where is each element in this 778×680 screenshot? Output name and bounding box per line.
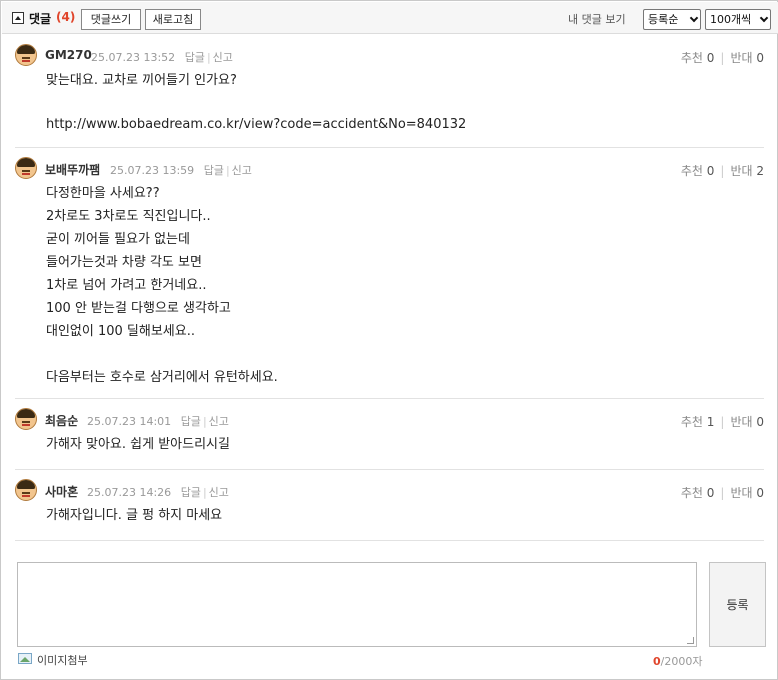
report-link[interactable]: 신고 (232, 164, 252, 177)
divider (15, 147, 764, 148)
char-current: 0 (653, 655, 661, 668)
reply-link[interactable]: 답글 (185, 51, 205, 64)
comment-text-line: 맞는대요. 교차로 끼어들기 인가요? (46, 73, 237, 88)
comment-item: GM270 25.07.23 13:52 답글 | 신고 추천 0 | 반대 0 맞는대… (15, 44, 764, 139)
downvote-button[interactable]: 반대 0 (730, 486, 764, 500)
chevron-down-icon (759, 13, 769, 23)
write-comment-button[interactable]: 댓글쓰기 (81, 9, 141, 30)
page-size-select[interactable]: 100개씩 (705, 9, 771, 30)
comment-text-line: 대인없이 100 딜해보세요.. (46, 324, 195, 339)
upvote-button[interactable]: 추천 0 (681, 164, 715, 178)
comment-header-bar: 댓글 (4) 댓글쓰기 새로고침 내 댓글 보기 등록순 100개씩 (2, 2, 778, 34)
submit-comment-button[interactable]: 등록 (709, 562, 766, 647)
comment-author[interactable]: GM270 (45, 48, 92, 62)
reply-link[interactable]: 답글 (181, 486, 201, 499)
comment-votes: 추천 0 | 반대 0 (680, 51, 764, 65)
divider (15, 469, 764, 470)
sort-order-value: 등록순 (648, 13, 679, 26)
avatar (15, 157, 37, 179)
comment-meta: 25.07.23 14:01 답글 | 신고 (87, 415, 229, 428)
comment-count: (4) (56, 10, 76, 24)
report-link[interactable]: 신고 (213, 51, 233, 64)
comment-votes: 추천 0 | 반대 0 (680, 486, 764, 500)
collapse-toggle-icon[interactable] (12, 12, 24, 24)
comment-text-line: 2차로도 3차로도 직진입니다.. (46, 209, 211, 224)
image-attach-button[interactable]: 이미지첨부 (37, 652, 88, 668)
comment-text-line: 다정한마을 사세요?? (46, 186, 160, 201)
char-max: /2000자 (660, 655, 703, 668)
comment-meta: 25.07.23 14:26 답글 | 신고 (87, 486, 229, 499)
comment-date: 25.07.23 14:01 (87, 415, 172, 428)
upvote-button[interactable]: 추천 0 (681, 51, 715, 65)
comment-votes: 추천 0 | 반대 2 (680, 164, 764, 178)
comment-text-line: 굳이 끼어들 필요가 없는데 (46, 232, 190, 247)
comment-author[interactable]: 사마혼 (45, 483, 78, 500)
chevron-down-icon (689, 13, 699, 23)
comment-author[interactable]: 보배뚜까팸 (45, 161, 100, 178)
comment-link[interactable]: http://www.bobaedream.co.kr/view?code=ac… (46, 117, 466, 132)
comment-text-line: 다음부터는 호수로 삼거리에서 유턴하세요. (46, 370, 278, 385)
comment-date: 25.07.23 14:26 (87, 486, 172, 499)
comment-text-line: 가해자 맞아요. 쉽게 받아드리시길 (46, 437, 230, 452)
downvote-button[interactable]: 반대 0 (730, 51, 764, 65)
comment-text-line: 가해자입니다. 글 펑 하지 마세요 (46, 508, 223, 523)
reply-link[interactable]: 답글 (204, 164, 224, 177)
report-link[interactable]: 신고 (209, 415, 229, 428)
comment-title: 댓글 (29, 12, 52, 26)
refresh-button[interactable]: 새로고침 (145, 9, 201, 30)
image-icon[interactable] (18, 653, 32, 664)
reply-link[interactable]: 답글 (181, 415, 201, 428)
comment-text-line: 100 안 받는걸 다행으로 생각하고 (46, 301, 231, 316)
comment-item: 사마혼 25.07.23 14:26 답글 | 신고 추천 0 | 반대 0 가해자입니… (15, 479, 764, 529)
char-counter: 0/2000자 (653, 653, 702, 669)
upvote-button[interactable]: 추천 0 (681, 486, 715, 500)
comment-text-line: 들어가는것과 차량 각도 보면 (46, 255, 202, 270)
avatar (15, 44, 37, 66)
divider (15, 398, 764, 399)
comment-votes: 추천 1 | 반대 0 (680, 415, 764, 429)
downvote-button[interactable]: 반대 0 (730, 415, 764, 429)
page-size-value: 100개씩 (710, 13, 752, 26)
upvote-button[interactable]: 추천 1 (681, 415, 715, 429)
comment-section: 댓글 (4) 댓글쓰기 새로고침 내 댓글 보기 등록순 100개씩 GM270… (0, 0, 778, 680)
comment-meta: 25.07.23 13:59 답글 | 신고 (110, 164, 252, 177)
resize-handle-icon[interactable] (687, 637, 694, 644)
comment-meta: 25.07.23 13:52 답글 | 신고 (91, 51, 233, 64)
comment-date: 25.07.23 13:52 (91, 51, 176, 64)
avatar (15, 479, 37, 501)
sort-order-select[interactable]: 등록순 (643, 9, 701, 30)
comment-date: 25.07.23 13:59 (110, 164, 195, 177)
comment-item: 최음순 25.07.23 14:01 답글 | 신고 추천 1 | 반대 0 가해자 맞… (15, 408, 764, 458)
divider (15, 540, 764, 541)
comment-author[interactable]: 최음순 (45, 412, 78, 429)
comment-textarea[interactable] (17, 562, 697, 647)
comment-text-line: 1차로 넘어 가려고 한거네요.. (46, 278, 207, 293)
avatar (15, 408, 37, 430)
report-link[interactable]: 신고 (209, 486, 229, 499)
downvote-button[interactable]: 반대 2 (730, 164, 764, 178)
my-comments-link[interactable]: 내 댓글 보기 (568, 11, 626, 27)
comment-item: 보배뚜까팸 25.07.23 13:59 답글 | 신고 추천 0 | 반대 2 다정한… (15, 157, 764, 389)
